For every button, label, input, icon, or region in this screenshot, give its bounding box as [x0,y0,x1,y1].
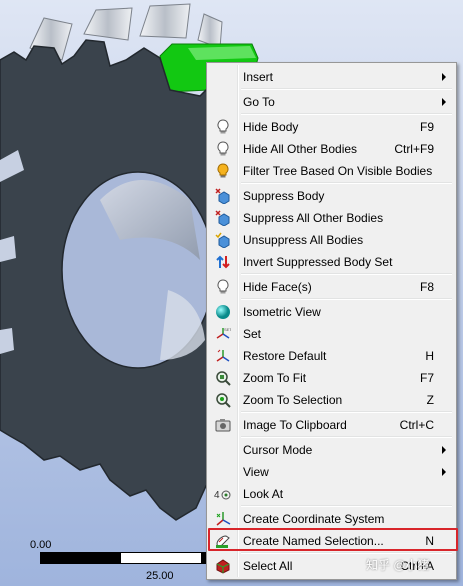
menu-separator [241,88,452,90]
menu-item-shortcut: Ctrl+C [399,417,434,432]
menu-separator [241,436,452,438]
menu-item-image-to-clipboard[interactable]: Image To Clipboard Ctrl+C [209,414,454,435]
menu-item-label: Invert Suppressed Body Set [243,254,393,269]
menu-item-insert[interactable]: Insert [209,66,454,87]
menu-separator [241,505,452,507]
menu-item-label: Go To [243,94,275,109]
menu-item-shortcut: Z [426,392,434,407]
menu-item-shortcut: H [425,348,434,363]
menu-item-label: Filter Tree Based On Visible Bodies [243,163,433,178]
menu-item-cursor-mode[interactable]: Cursor Mode [209,439,454,460]
scale-left-label: 0.00 [30,539,52,551]
menu-item-label: Hide All Other Bodies [243,141,358,156]
menu-separator [241,411,452,413]
menu-item-create-coordinate-system[interactable]: Create Coordinate System [209,508,454,529]
menu-item-label: Zoom To Selection [243,392,343,407]
menu-item-zoom-to-selection[interactable]: Zoom To Selection Z [209,389,454,410]
menu-item-label: View [243,464,269,479]
menu-item-label: Hide Face(s) [243,279,312,294]
svg-text:4: 4 [214,490,220,501]
look-at-icon: 4 [213,484,233,504]
submenu-arrow-icon [442,72,446,81]
unsuppress-icon [213,230,233,250]
menu-item-shortcut: Ctrl+F9 [394,141,434,156]
svg-text:SET: SET [224,327,231,332]
lightbulb-icon [213,277,233,297]
menu-item-label: Zoom To Fit [243,370,307,385]
menu-item-set[interactable]: SET Set [209,323,454,344]
menu-item-label: Create Coordinate System [243,511,385,526]
menu-item-label: Image To Clipboard [243,417,347,432]
menu-item-invert-suppressed-body-set[interactable]: Invert Suppressed Body Set [209,251,454,272]
menu-item-label: Set [243,326,262,341]
menu-item-hide-all-other-bodies[interactable]: Hide All Other Bodies Ctrl+F9 [209,138,454,159]
menu-item-label: Restore Default [243,348,327,363]
context-menu: Insert Go To Hide Body F9 Hide All Other Bod… [206,62,457,580]
menu-item-shortcut: F7 [419,370,434,385]
camera-icon [213,415,233,435]
menu-item-go-to[interactable]: Go To [209,91,454,112]
menu-separator [241,552,452,554]
menu-separator [241,113,452,115]
scale-mid-label: 25.00 [146,570,174,582]
axes-restore-icon [213,346,233,366]
menu-item-label: Suppress All Other Bodies [243,210,384,225]
menu-item-filter-tree-based-on-visible-bodies[interactable]: Filter Tree Based On Visible Bodies [209,160,454,181]
menu-item-restore-default[interactable]: Restore Default H [209,345,454,366]
zoom-fit-icon [213,368,233,388]
menu-item-look-at[interactable]: 4 Look At [209,483,454,504]
menu-item-zoom-to-fit[interactable]: Zoom To Fit F7 [209,367,454,388]
menu-separator [241,182,452,184]
invert-arrows-icon [213,252,233,272]
menu-item-hide-body[interactable]: Hide Body F9 [209,116,454,137]
menu-item-label: Look At [243,486,284,501]
menu-separator [241,273,452,275]
lightbulb-icon [213,139,233,159]
lightbulb-icon [213,117,233,137]
menu-item-label: Hide Body [243,119,299,134]
menu-item-label: Cursor Mode [243,442,313,457]
annotation-highlight-box [208,528,458,551]
zoom-selection-icon [213,390,233,410]
menu-item-label: Isometric View [243,304,321,319]
sphere-icon [213,302,233,322]
menu-item-label: Unsuppress All Bodies [243,232,364,247]
submenu-arrow-icon [442,467,446,476]
submenu-arrow-icon [442,445,446,454]
lightbulb-on-icon [213,161,233,181]
suppress-icon [213,186,233,206]
coordinate-system-icon [213,509,233,529]
menu-item-isometric-view[interactable]: Isometric View [209,301,454,322]
menu-separator [241,298,452,300]
menu-item-hide-face-s[interactable]: Hide Face(s) F8 [209,276,454,297]
submenu-arrow-icon [442,97,446,106]
axes-set-icon: SET [213,324,233,344]
menu-item-shortcut: F8 [419,279,434,294]
watermark: 知乎 @小猪 [366,558,430,572]
menu-item-shortcut: F9 [419,119,434,134]
menu-item-view[interactable]: View [209,461,454,482]
menu-item-suppress-body[interactable]: Suppress Body [209,185,454,206]
suppress-icon [213,208,233,228]
menu-item-label: Select All [243,558,293,573]
select-all-icon [213,556,233,576]
menu-item-unsuppress-all-bodies[interactable]: Unsuppress All Bodies [209,229,454,250]
menu-item-suppress-all-other-bodies[interactable]: Suppress All Other Bodies [209,207,454,228]
menu-item-label: Suppress Body [243,188,325,203]
menu-item-label: Insert [243,69,274,84]
